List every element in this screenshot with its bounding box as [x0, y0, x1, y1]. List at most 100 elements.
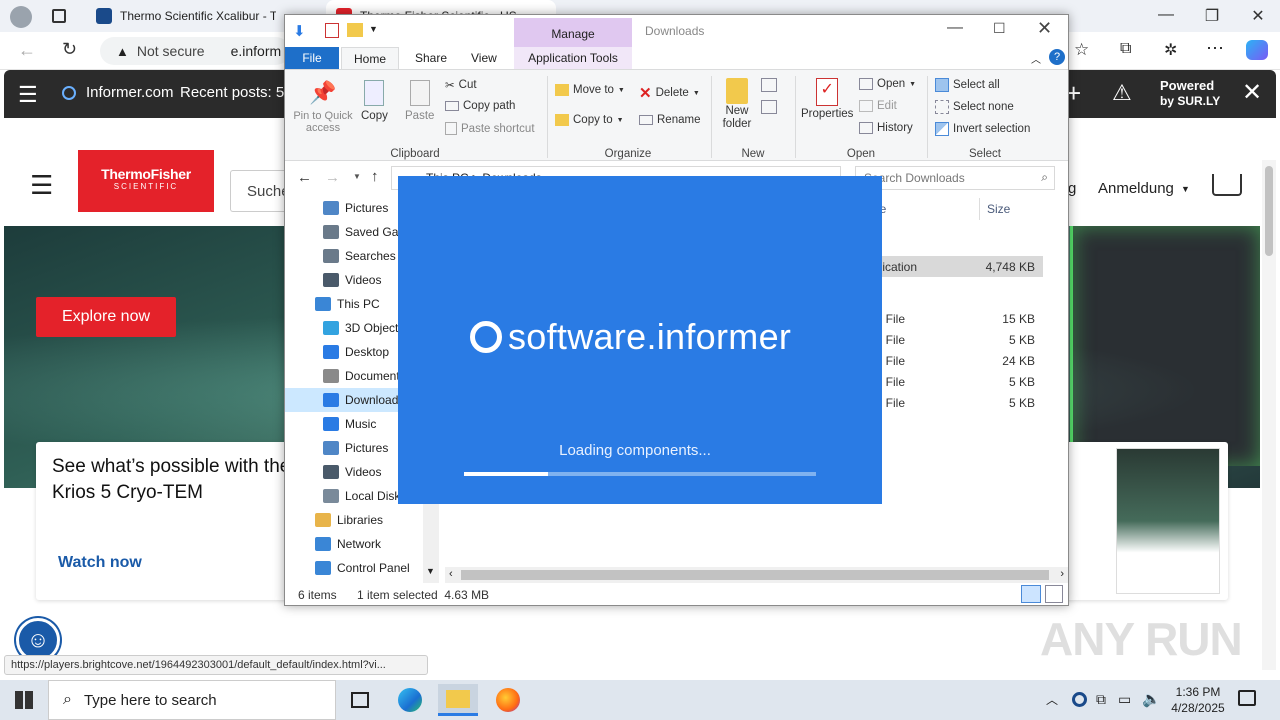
cart-icon[interactable] [1212, 174, 1242, 196]
paste-button[interactable]: Paste [405, 80, 434, 122]
close-bar-icon[interactable]: ✕ [1242, 78, 1262, 107]
file-row[interactable]: G File 5 KB [873, 329, 1043, 350]
hscrollbar[interactable]: ‹ › [445, 567, 1068, 583]
page-scrollbar[interactable] [1262, 160, 1276, 670]
close-icon[interactable]: ✕ [1238, 6, 1278, 26]
tray-device-icon[interactable]: ⧉ [1096, 691, 1106, 708]
tab-home[interactable]: Home [341, 47, 400, 69]
informer-site-label[interactable]: Informer.com [86, 84, 174, 101]
login-link[interactable]: Anmeldung [1098, 180, 1174, 197]
nav-up-icon[interactable]: ↑ [371, 168, 379, 185]
volume-icon[interactable]: 🔈 [1142, 690, 1161, 708]
hamburger-icon[interactable]: ☰ [30, 170, 53, 201]
tab-view[interactable]: View [459, 47, 509, 69]
task-view-button[interactable] [340, 684, 380, 716]
copy-button[interactable]: Copy [361, 80, 388, 122]
properties-qa-icon[interactable] [325, 23, 339, 38]
tab-application-tools[interactable]: Application Tools [514, 47, 632, 69]
cut-button[interactable]: ✂ Cut [445, 78, 477, 92]
paste-shortcut-button[interactable]: Paste shortcut [445, 122, 535, 135]
nav-item[interactable]: Network [285, 532, 425, 556]
network-icon[interactable]: ▭ [1118, 691, 1131, 708]
ribbon-tab-strip: File Home Share View Application Tools ︿… [285, 47, 1068, 69]
recent-posts-label[interactable]: Recent posts: 5 [180, 84, 284, 101]
copilot-icon[interactable] [1246, 40, 1268, 60]
taskbar-search-box[interactable]: ⌕ Type here to search [48, 680, 336, 720]
large-icons-view-icon[interactable] [1045, 585, 1063, 603]
tab-xcalibur[interactable]: Thermo Scientific Xcalibur - Th [86, 0, 286, 32]
clock[interactable]: 1:36 PM 4/28/2025 [1166, 684, 1230, 716]
more-menu-icon[interactable]: ⋯ [1206, 38, 1224, 59]
back-icon[interactable]: ← [18, 40, 36, 61]
quick-access-down-icon[interactable]: ⬇ [293, 22, 306, 40]
favorite-icon[interactable]: ☆ [1074, 40, 1089, 60]
file-row[interactable]: plication 4,748 KB [873, 256, 1043, 277]
watch-now-link[interactable]: Watch now [58, 554, 142, 572]
restore-icon[interactable]: ❐ [1192, 6, 1232, 26]
qa-dropdown-icon[interactable]: ▼ [369, 24, 378, 34]
explorer-taskbar-button[interactable] [438, 684, 478, 716]
file-row[interactable]: G File 5 KB [873, 392, 1043, 413]
new-item-icon[interactable] [761, 78, 777, 92]
file-row[interactable]: G File 24 KB [873, 350, 1043, 371]
tab-actions-icon[interactable] [52, 9, 66, 23]
page-search-input[interactable]: Suche [230, 170, 290, 212]
easy-access-icon[interactable] [761, 100, 777, 114]
help-icon[interactable]: ? [1049, 49, 1065, 65]
size-column-header[interactable]: Size [987, 202, 1010, 216]
minimize-icon[interactable]: — [1146, 6, 1186, 24]
explorer-close-icon[interactable]: ✕ [1037, 18, 1052, 39]
invert-selection-button[interactable]: Invert selection [935, 122, 1030, 136]
scroll-left-icon[interactable]: ‹ [449, 568, 453, 580]
properties-button[interactable]: ✓ Properties [801, 78, 853, 120]
nav-scroll-down-icon[interactable]: ▼ [426, 566, 435, 576]
file-row[interactable]: G File 5 KB [873, 371, 1043, 392]
pin-quick-access-button[interactable]: 📌 Pin to Quick access [291, 80, 355, 134]
nav-item[interactable]: Libraries [285, 508, 425, 532]
rename-button[interactable]: Rename [639, 114, 700, 126]
reload-icon[interactable]: ↻ [62, 39, 77, 60]
new-folder-button[interactable]: New folder [719, 78, 755, 130]
select-none-button[interactable]: Select none [935, 100, 1014, 114]
url-field[interactable]: ▲ Not secure e.inform [100, 37, 290, 65]
copy-to-button[interactable]: Copy to ▼ [555, 114, 624, 126]
explorer-search-field[interactable]: Search Downloads ⌕ [855, 166, 1055, 190]
tray-app-icon[interactable] [1072, 692, 1087, 707]
history-button[interactable]: History [859, 122, 913, 134]
new-folder-qa-icon[interactable] [347, 23, 363, 37]
tab-share[interactable]: Share [403, 47, 459, 69]
explorer-minimize-icon[interactable]: — [947, 19, 963, 37]
select-all-button[interactable]: Select all [935, 78, 1000, 92]
menu-icon[interactable]: ☰ [18, 82, 38, 108]
explorer-maximize-icon[interactable]: ☐ [993, 20, 1006, 37]
tray-chevron-icon[interactable]: ︿ [1046, 691, 1058, 708]
alert-icon[interactable]: ⚠ [1112, 80, 1132, 106]
nav-forward-icon[interactable]: → [325, 169, 340, 186]
move-to-button[interactable]: Move to ▼ [555, 84, 625, 96]
file-row[interactable]: G File 15 KB [873, 308, 1043, 329]
collections-icon[interactable]: ⧉ [1120, 40, 1131, 58]
profile-icon[interactable] [10, 6, 32, 28]
hscroll-thumb[interactable] [461, 570, 1049, 580]
thermofisher-logo[interactable]: ThermoFisher SCIENTIFIC [78, 150, 214, 212]
ribbon-collapse-icon[interactable]: ︿ [1031, 51, 1041, 66]
open-button[interactable]: Open ▼ [859, 78, 916, 90]
copy-path-button[interactable]: Copy path [445, 100, 515, 112]
edge-taskbar-button[interactable] [390, 684, 430, 716]
nav-link-partial[interactable]: g [1068, 180, 1076, 197]
firefox-taskbar-button[interactable] [488, 684, 528, 716]
scrollbar-thumb[interactable] [1265, 166, 1273, 256]
scroll-right-icon[interactable]: › [1060, 568, 1064, 580]
delete-button[interactable]: ✕ Delete ▼ [639, 84, 700, 102]
nav-back-icon[interactable]: ← [297, 169, 312, 186]
recent-dropdown-icon[interactable]: ▼ [353, 172, 361, 181]
notifications-icon[interactable] [1238, 690, 1256, 706]
extensions-icon[interactable]: ✲ [1164, 40, 1177, 60]
edit-button[interactable]: Edit [859, 100, 897, 112]
nav-item[interactable]: Control Panel [285, 556, 425, 580]
explore-now-button[interactable]: Explore now [36, 297, 176, 337]
start-button[interactable] [4, 684, 44, 716]
tab-file[interactable]: File [285, 47, 339, 69]
details-view-icon[interactable] [1021, 585, 1041, 603]
brochure-image[interactable] [1116, 448, 1220, 594]
